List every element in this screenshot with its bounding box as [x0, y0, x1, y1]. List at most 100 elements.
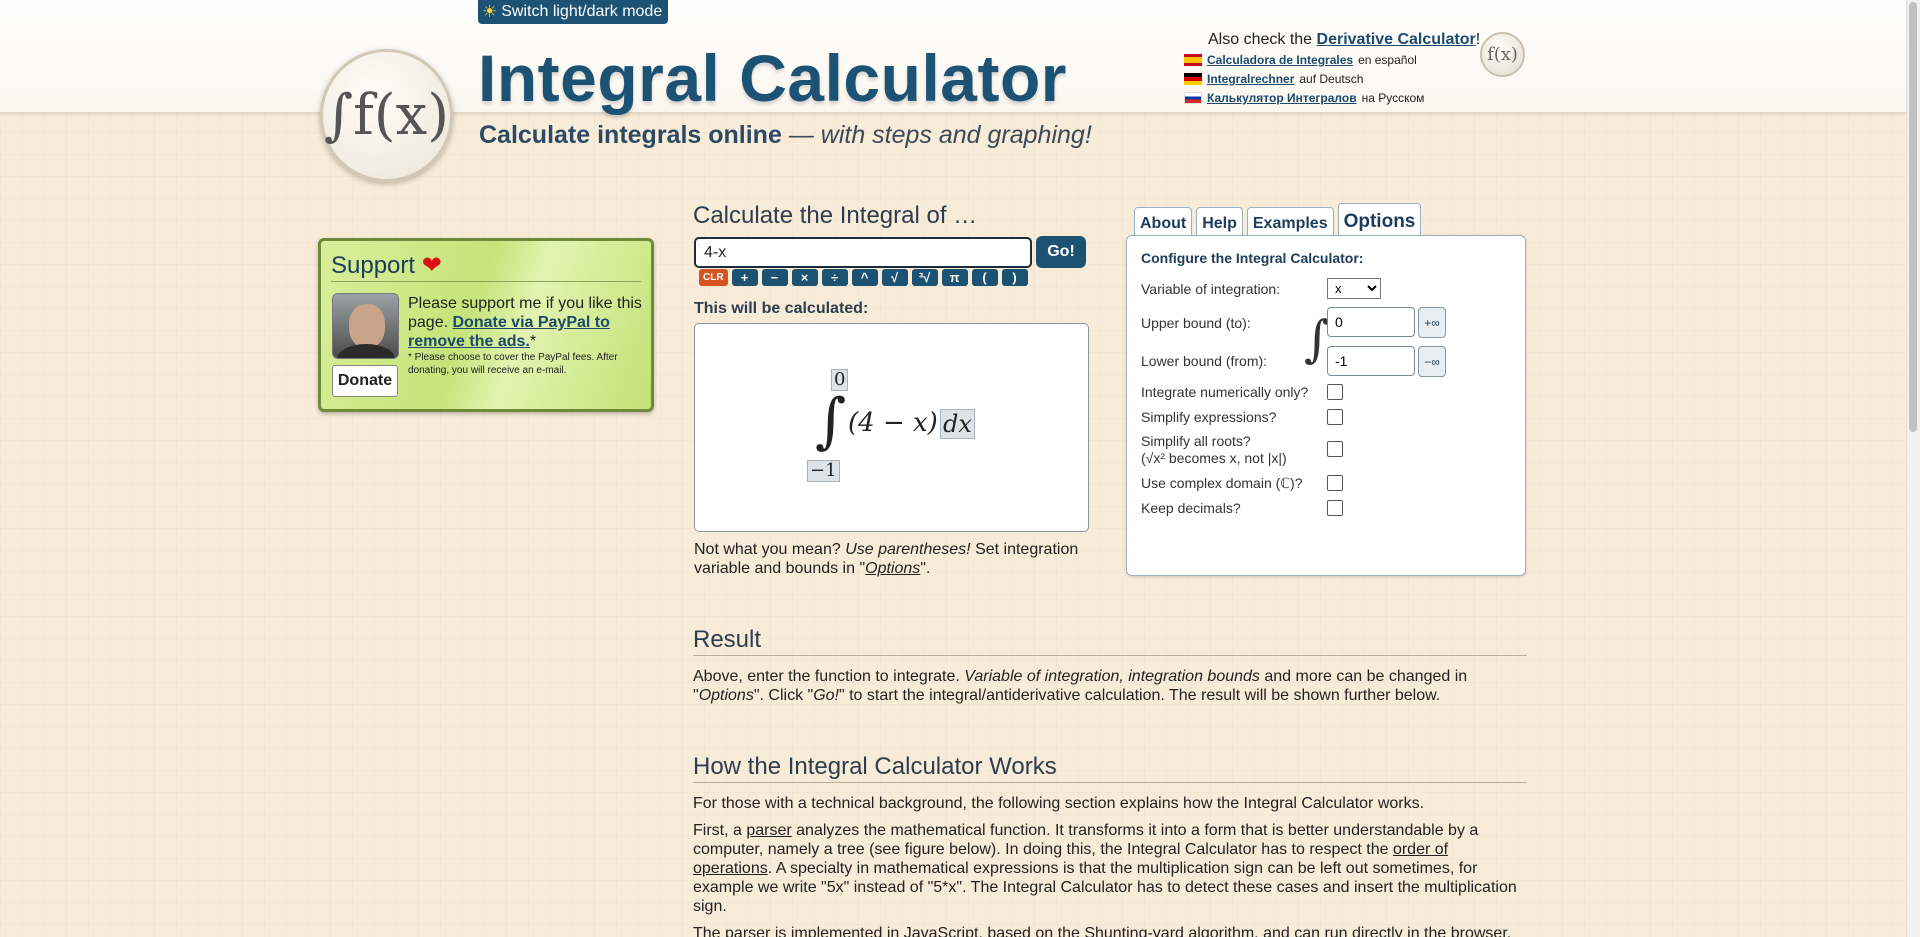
author-avatar — [332, 293, 399, 359]
keep-decimals-label: Keep decimals? — [1141, 500, 1241, 516]
how-p2-text-c: . A specialty in mathematical expression… — [693, 860, 1517, 915]
result-text-1: Above, enter the function to integrate. — [693, 668, 960, 685]
site-title: Integral Calculator — [478, 41, 1067, 115]
simplify-roots-sublabel: (√x² becomes x, not |x|) — [1141, 450, 1287, 466]
subtitle-rest: — with steps and graphing! — [788, 121, 1092, 149]
result-text-5: ". Click " — [753, 687, 814, 704]
options-link[interactable]: Options — [865, 560, 920, 577]
variable-label: Variable of integration: — [1141, 281, 1281, 297]
divide-key[interactable]: ÷ — [821, 269, 848, 286]
lang-row-ru: Калькулятор Интегралов на Русском — [1184, 91, 1424, 105]
derivative-calculator-link[interactable]: Derivative Calculator — [1317, 31, 1476, 48]
sun-icon: ☀ — [482, 2, 498, 21]
lang-link-ru[interactable]: Калькулятор Интегралов — [1207, 91, 1357, 105]
will-calculate-label: This will be calculated: — [694, 300, 869, 317]
lang-link-de[interactable]: Integralrechner — [1207, 72, 1294, 86]
open-paren-key[interactable]: ( — [971, 269, 998, 286]
result-text-7: " to start the integral/antiderivative c… — [838, 687, 1441, 704]
power-key[interactable]: ^ — [851, 269, 878, 286]
lang-suffix-de: auf Deutsch — [1299, 72, 1364, 86]
preview-lower-bound[interactable]: −1 — [807, 460, 840, 482]
site-logo[interactable]: ∫f(x) — [320, 49, 453, 182]
support-box: Support ❤ Please support me if you like … — [318, 238, 654, 412]
also-check: Also check the Derivative Calculator! — [1208, 30, 1480, 50]
complex-domain-label: Use complex domain (ℂ)? — [1141, 475, 1303, 491]
spain-flag-icon — [1184, 54, 1202, 66]
how-paragraph-3: The parser is implemented in JavaScript,… — [693, 925, 1512, 937]
clear-key[interactable]: CLR — [699, 269, 728, 286]
math-keypad: CLR + − × ÷ ^ √ ³√ π ( ) — [699, 269, 1028, 286]
numeric-only-label: Integrate numerically only? — [1141, 384, 1309, 400]
upper-bound-label: Upper bound (to): — [1141, 315, 1251, 331]
also-suffix: ! — [1475, 31, 1481, 48]
minus-key[interactable]: − — [761, 269, 788, 286]
lower-bound-input[interactable] — [1327, 346, 1415, 376]
scrollbar-thumb[interactable] — [1909, 2, 1917, 432]
plus-infinity-button[interactable]: +∞ — [1418, 307, 1446, 338]
preview-integrand: (4 − x) — [848, 408, 938, 438]
variable-select[interactable]: x — [1327, 278, 1381, 299]
support-title: Support ❤ — [331, 251, 442, 280]
keep-decimals-checkbox[interactable] — [1327, 500, 1343, 516]
function-input[interactable] — [694, 237, 1032, 268]
support-title-text: Support — [331, 252, 416, 279]
not-what-you-mean: Not what you mean? Use parentheses! Set … — [694, 540, 1094, 578]
numeric-only-checkbox[interactable] — [1327, 384, 1343, 400]
how-paragraph-1: For those with a technical background, t… — [693, 795, 1425, 812]
support-note: * Please choose to cover the PayPal fees… — [408, 352, 618, 376]
pi-key[interactable]: π — [941, 269, 968, 286]
close-paren-key[interactable]: ) — [1001, 269, 1028, 286]
integral-sign-icon: ∫ — [815, 386, 847, 456]
result-text-2: Variable of integration, integration bou… — [964, 668, 1260, 685]
heart-icon: ❤ — [421, 252, 442, 279]
lower-bound-label: Lower bound (from): — [1141, 353, 1268, 369]
not-mean-text-1: Not what you mean? — [694, 541, 841, 558]
how-heading: How the Integral Calculator Works — [693, 753, 1527, 783]
how-p2-text-b: analyzes the mathematical function. It t… — [693, 822, 1479, 858]
site-subtitle: Calculate integrals online — with steps … — [479, 120, 1092, 150]
support-divider — [331, 281, 641, 282]
plus-key[interactable]: + — [731, 269, 758, 286]
upper-bound-input[interactable] — [1327, 307, 1415, 337]
logo-text: ∫f(x) — [323, 83, 450, 148]
not-mean-text-2: Use parentheses! — [845, 541, 971, 558]
simplify-roots-checkbox[interactable] — [1327, 441, 1343, 457]
simplify-expr-checkbox[interactable] — [1327, 409, 1343, 425]
support-message: Please support me if you like this page.… — [408, 294, 648, 351]
lang-link-es[interactable]: Calculadora de Integrales — [1207, 53, 1353, 67]
calculator-heading: Calculate the Integral of … — [693, 202, 978, 229]
minus-infinity-button[interactable]: −∞ — [1418, 346, 1446, 377]
multiply-key[interactable]: × — [791, 269, 818, 286]
page-scrollbar[interactable] — [1906, 0, 1920, 937]
go-button[interactable]: Go! — [1036, 236, 1086, 268]
lang-suffix-ru: на Русском — [1361, 91, 1425, 105]
also-prefix: Also check the — [1208, 31, 1313, 48]
result-heading: Result — [693, 626, 1527, 656]
result-text: Above, enter the function to integrate. … — [693, 667, 1527, 705]
support-asterisk: * — [529, 333, 537, 350]
integral-preview: 0 ∫ −1 (4 − x) dx — [694, 323, 1089, 532]
russia-flag-icon — [1184, 92, 1202, 104]
derivative-calculator-logo[interactable]: f(x) — [1480, 32, 1525, 77]
result-text-6: Go! — [813, 687, 839, 704]
deriv-logo-text: f(x) — [1487, 44, 1518, 65]
lang-row-de: Integralrechner auf Deutsch — [1184, 72, 1363, 86]
simplify-roots-label: Simplify all roots? — [1141, 433, 1251, 449]
simplify-expr-label: Simplify expressions? — [1141, 409, 1277, 425]
subtitle-bold: Calculate integrals online — [479, 121, 782, 149]
preview-differential[interactable]: dx — [940, 409, 975, 439]
options-panel: Configure the Integral Calculator: Varia… — [1126, 235, 1526, 576]
not-mean-text-4: ". — [920, 560, 931, 577]
parser-link[interactable]: parser — [746, 822, 791, 839]
cbrt-key[interactable]: ³√ — [911, 269, 938, 286]
result-text-4: Options — [698, 687, 754, 704]
options-title: Configure the Integral Calculator: — [1141, 250, 1364, 266]
sqrt-key[interactable]: √ — [881, 269, 908, 286]
switch-mode-button[interactable]: ☀ Switch light/dark mode — [478, 0, 669, 24]
complex-domain-checkbox[interactable] — [1327, 475, 1343, 491]
how-paragraph-2: First, a parser analyzes the mathematica… — [693, 821, 1527, 916]
switch-mode-label: Switch light/dark mode — [501, 3, 663, 20]
lang-row-es: Calculadora de Integrales en español — [1184, 53, 1417, 67]
donate-button[interactable]: Donate — [332, 365, 398, 397]
lang-suffix-es: en español — [1358, 53, 1417, 67]
